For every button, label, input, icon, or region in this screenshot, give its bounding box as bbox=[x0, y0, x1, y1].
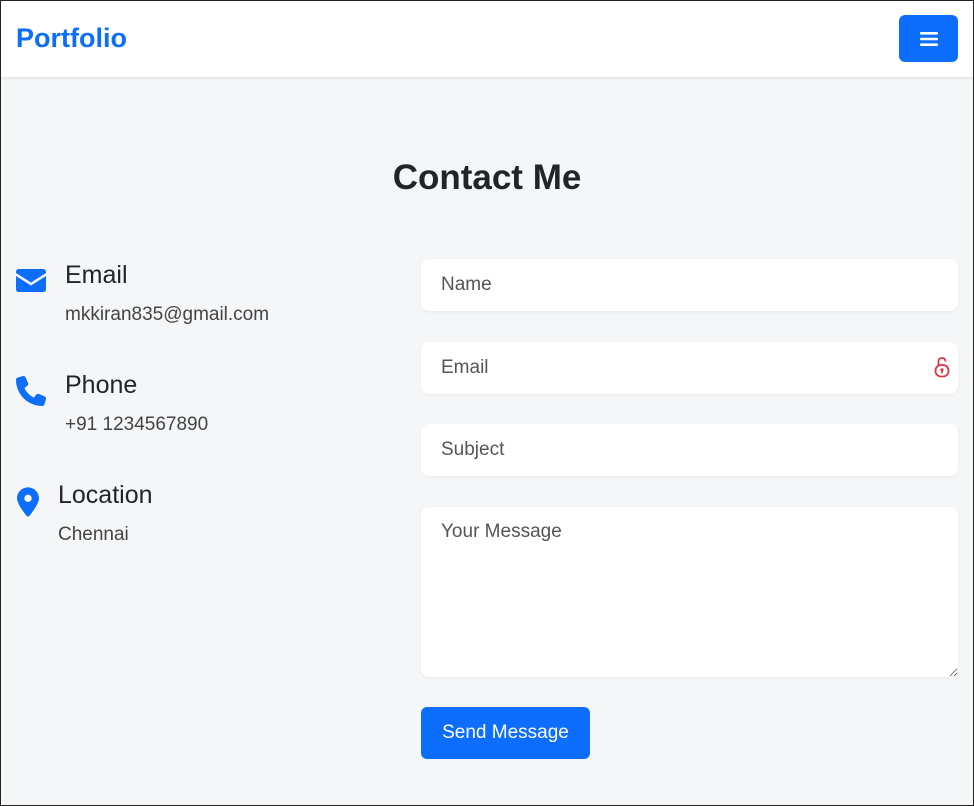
send-message-button[interactable]: Send Message bbox=[421, 707, 590, 759]
hamburger-menu-button[interactable] bbox=[899, 15, 958, 62]
contact-label-phone: Phone bbox=[65, 371, 138, 399]
email-input[interactable] bbox=[421, 342, 958, 394]
contact-label-email: Email bbox=[65, 261, 128, 289]
subject-input[interactable] bbox=[421, 424, 958, 476]
contact-value-location: Chennai bbox=[58, 524, 129, 545]
hamburger-menu-icon bbox=[919, 31, 938, 46]
contact-label-location: Location bbox=[58, 481, 153, 509]
navbar: Portfolio bbox=[1, 1, 973, 77]
brand-logo-link[interactable]: Portfolio bbox=[16, 23, 127, 54]
contact-value-phone: +91 1234567890 bbox=[65, 414, 209, 435]
page-frame: Portfolio Contact Me Email mkkiran835@gm… bbox=[0, 0, 974, 806]
page-title: Contact Me bbox=[392, 158, 582, 197]
password-manager-lock-icon[interactable] bbox=[934, 356, 950, 378]
map-pin-icon bbox=[17, 487, 39, 517]
message-textarea[interactable] bbox=[421, 507, 958, 677]
name-input[interactable] bbox=[421, 259, 958, 311]
contact-value-email: mkkiran835@gmail.com bbox=[65, 304, 270, 325]
envelope-icon bbox=[16, 269, 46, 292]
phone-icon bbox=[16, 376, 46, 406]
